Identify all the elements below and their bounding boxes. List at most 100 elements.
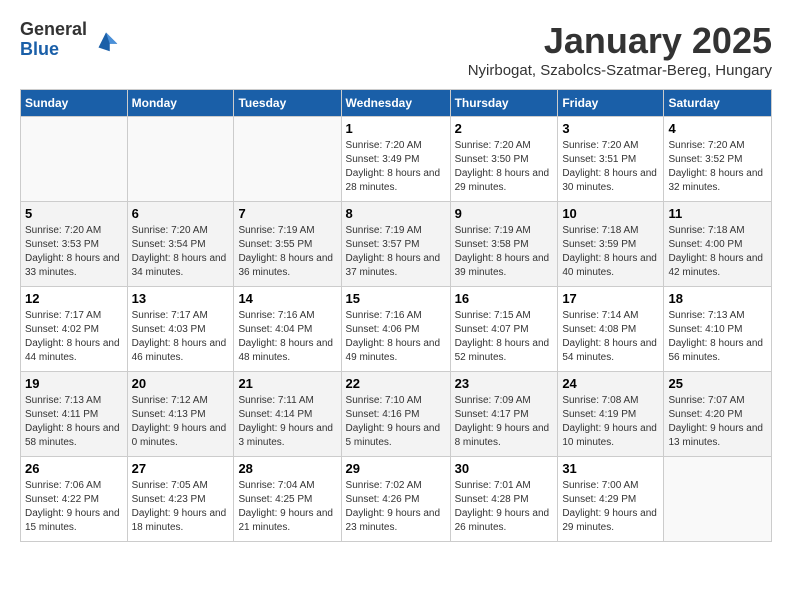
day-info: Sunrise: 7:20 AM Sunset: 3:53 PM Dayligh…: [25, 224, 123, 280]
day-header-tuesday: Tuesday: [234, 90, 341, 117]
day-info: Sunrise: 7:18 AM Sunset: 3:59 PM Dayligh…: [562, 224, 659, 280]
day-number: 27: [132, 461, 230, 476]
day-cell: 15Sunrise: 7:16 AM Sunset: 4:06 PM Dayli…: [341, 287, 450, 372]
day-number: 6: [132, 206, 230, 221]
week-row: 19 Sunrise: 7:13 AM Sunset: 4:11 PM Dayli…: [21, 372, 772, 457]
day-header-sunday: Sunday: [21, 90, 128, 117]
day-header-friday: Friday: [558, 90, 664, 117]
day-number: 8: [346, 206, 446, 221]
day-info: Sunrise: 7:20 AM Sunset: 3:51 PM Dayligh…: [562, 139, 659, 195]
day-cell: 25 Sunrise: 7:07 AM Sunset: 4:20 PM Dayli…: [664, 372, 772, 457]
day-header-saturday: Saturday: [664, 90, 772, 117]
logo-general: General: [20, 20, 87, 40]
day-cell: 23Sunrise: 7:09 AM Sunset: 4:17 PM Dayli…: [450, 372, 558, 457]
week-row: 5 Sunrise: 7:20 AM Sunset: 3:53 PM Daylig…: [21, 202, 772, 287]
day-number: 9: [455, 206, 554, 221]
day-number: 1: [346, 121, 446, 136]
day-number: 22: [346, 376, 446, 391]
day-info: Sunrise: 7:19 AM Sunset: 3:57 PM Dayligh…: [346, 224, 446, 280]
day-number: 29: [346, 461, 446, 476]
week-row: 1Sunrise: 7:20 AM Sunset: 3:49 PM Daylig…: [21, 117, 772, 202]
day-info: Sunrise: 7:11 AM Sunset: 4:14 PM Dayligh…: [238, 394, 336, 450]
day-cell: 24 Sunrise: 7:08 AM Sunset: 4:19 PM Dayli…: [558, 372, 664, 457]
day-number: 30: [455, 461, 554, 476]
day-cell: 22 Sunrise: 7:10 AM Sunset: 4:16 PM Dayli…: [341, 372, 450, 457]
day-info: Sunrise: 7:00 AM Sunset: 4:29 PM Dayligh…: [562, 479, 659, 535]
day-number: 31: [562, 461, 659, 476]
day-info: Sunrise: 7:19 AM Sunset: 3:55 PM Dayligh…: [238, 224, 336, 280]
day-cell: 7 Sunrise: 7:19 AM Sunset: 3:55 PM Daylig…: [234, 202, 341, 287]
day-cell: 30 Sunrise: 7:01 AM Sunset: 4:28 PM Dayli…: [450, 457, 558, 542]
day-cell: 27 Sunrise: 7:05 AM Sunset: 4:23 PM Dayli…: [127, 457, 234, 542]
day-info: Sunrise: 7:14 AM Sunset: 4:08 PM Dayligh…: [562, 309, 659, 365]
day-info: Sunrise: 7:10 AM Sunset: 4:16 PM Dayligh…: [346, 394, 446, 450]
day-info: Sunrise: 7:20 AM Sunset: 3:50 PM Dayligh…: [455, 139, 554, 195]
day-info: Sunrise: 7:07 AM Sunset: 4:20 PM Dayligh…: [668, 394, 767, 450]
day-number: 13: [132, 291, 230, 306]
day-info: Sunrise: 7:06 AM Sunset: 4:22 PM Dayligh…: [25, 479, 123, 535]
day-number: 2: [455, 121, 554, 136]
week-row: 26 Sunrise: 7:06 AM Sunset: 4:22 PM Dayli…: [21, 457, 772, 542]
day-info: Sunrise: 7:16 AM Sunset: 4:04 PM Dayligh…: [238, 309, 336, 365]
day-cell: [21, 117, 128, 202]
day-header-wednesday: Wednesday: [341, 90, 450, 117]
day-number: 14: [238, 291, 336, 306]
day-cell: [127, 117, 234, 202]
day-number: 3: [562, 121, 659, 136]
day-cell: 2 Sunrise: 7:20 AM Sunset: 3:50 PM Daylig…: [450, 117, 558, 202]
day-info: Sunrise: 7:12 AM Sunset: 4:13 PM Dayligh…: [132, 394, 230, 450]
day-info: Sunrise: 7:15 AM Sunset: 4:07 PM Dayligh…: [455, 309, 554, 365]
day-cell: 11Sunrise: 7:18 AM Sunset: 4:00 PM Dayli…: [664, 202, 772, 287]
day-cell: 20 Sunrise: 7:12 AM Sunset: 4:13 PM Dayli…: [127, 372, 234, 457]
title-block: January 2025 Nyirbogat, Szabolcs-Szatmar…: [468, 20, 772, 79]
day-number: 20: [132, 376, 230, 391]
day-cell: 13 Sunrise: 7:17 AM Sunset: 4:03 PM Dayli…: [127, 287, 234, 372]
day-cell: 18 Sunrise: 7:13 AM Sunset: 4:10 PM Dayli…: [664, 287, 772, 372]
day-number: 19: [25, 376, 123, 391]
day-cell: 5 Sunrise: 7:20 AM Sunset: 3:53 PM Daylig…: [21, 202, 128, 287]
day-header-thursday: Thursday: [450, 90, 558, 117]
day-cell: 14 Sunrise: 7:16 AM Sunset: 4:04 PM Dayli…: [234, 287, 341, 372]
day-cell: [234, 117, 341, 202]
logo-icon: [91, 25, 121, 55]
day-info: Sunrise: 7:13 AM Sunset: 4:11 PM Dayligh…: [25, 394, 123, 450]
day-cell: 26 Sunrise: 7:06 AM Sunset: 4:22 PM Dayli…: [21, 457, 128, 542]
day-info: Sunrise: 7:17 AM Sunset: 4:03 PM Dayligh…: [132, 309, 230, 365]
day-info: Sunrise: 7:09 AM Sunset: 4:17 PM Dayligh…: [455, 394, 554, 450]
day-cell: 19 Sunrise: 7:13 AM Sunset: 4:11 PM Dayli…: [21, 372, 128, 457]
day-cell: 8 Sunrise: 7:19 AM Sunset: 3:57 PM Daylig…: [341, 202, 450, 287]
day-info: Sunrise: 7:13 AM Sunset: 4:10 PM Dayligh…: [668, 309, 767, 365]
week-row: 12Sunrise: 7:17 AM Sunset: 4:02 PM Dayli…: [21, 287, 772, 372]
day-info: Sunrise: 7:01 AM Sunset: 4:28 PM Dayligh…: [455, 479, 554, 535]
day-info: Sunrise: 7:19 AM Sunset: 3:58 PM Dayligh…: [455, 224, 554, 280]
day-number: 16: [455, 291, 554, 306]
day-info: Sunrise: 7:16 AM Sunset: 4:06 PM Dayligh…: [346, 309, 446, 365]
day-cell: 9 Sunrise: 7:19 AM Sunset: 3:58 PM Daylig…: [450, 202, 558, 287]
day-number: 7: [238, 206, 336, 221]
day-cell: 1Sunrise: 7:20 AM Sunset: 3:49 PM Daylig…: [341, 117, 450, 202]
day-cell: 29Sunrise: 7:02 AM Sunset: 4:26 PM Dayli…: [341, 457, 450, 542]
day-number: 25: [668, 376, 767, 391]
location-subtitle: Nyirbogat, Szabolcs-Szatmar-Bereg, Hunga…: [468, 62, 772, 79]
day-info: Sunrise: 7:18 AM Sunset: 4:00 PM Dayligh…: [668, 224, 767, 280]
day-number: 5: [25, 206, 123, 221]
day-cell: 3 Sunrise: 7:20 AM Sunset: 3:51 PM Daylig…: [558, 117, 664, 202]
day-cell: 16 Sunrise: 7:15 AM Sunset: 4:07 PM Dayli…: [450, 287, 558, 372]
day-cell: [664, 457, 772, 542]
day-cell: 6Sunrise: 7:20 AM Sunset: 3:54 PM Daylig…: [127, 202, 234, 287]
day-cell: 21 Sunrise: 7:11 AM Sunset: 4:14 PM Dayli…: [234, 372, 341, 457]
day-cell: 12Sunrise: 7:17 AM Sunset: 4:02 PM Dayli…: [21, 287, 128, 372]
day-cell: 31 Sunrise: 7:00 AM Sunset: 4:29 PM Dayli…: [558, 457, 664, 542]
day-info: Sunrise: 7:17 AM Sunset: 4:02 PM Dayligh…: [25, 309, 123, 365]
day-number: 18: [668, 291, 767, 306]
month-title: January 2025: [468, 20, 772, 62]
day-number: 21: [238, 376, 336, 391]
day-info: Sunrise: 7:05 AM Sunset: 4:23 PM Dayligh…: [132, 479, 230, 535]
day-cell: 28Sunrise: 7:04 AM Sunset: 4:25 PM Dayli…: [234, 457, 341, 542]
day-header-monday: Monday: [127, 90, 234, 117]
day-number: 24: [562, 376, 659, 391]
day-number: 26: [25, 461, 123, 476]
day-info: Sunrise: 7:08 AM Sunset: 4:19 PM Dayligh…: [562, 394, 659, 450]
day-number: 10: [562, 206, 659, 221]
day-cell: 4Sunrise: 7:20 AM Sunset: 3:52 PM Daylig…: [664, 117, 772, 202]
